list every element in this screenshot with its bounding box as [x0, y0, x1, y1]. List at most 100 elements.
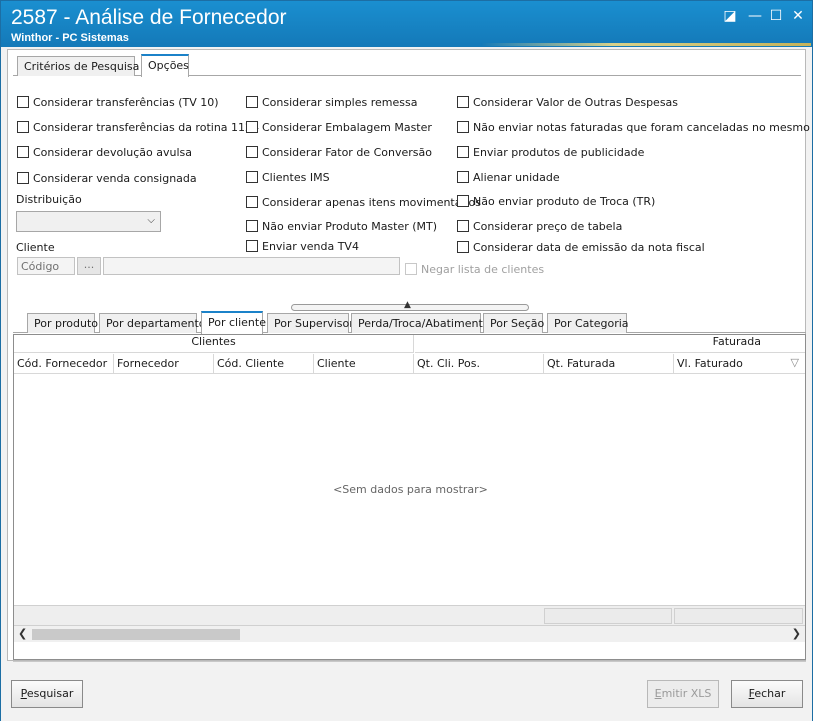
fechar-button[interactable]: Fechar: [731, 680, 803, 708]
column-cod-fornecedor[interactable]: Cód. Fornecedor: [14, 354, 114, 374]
checkbox-box[interactable]: [246, 196, 258, 208]
checkbox-label: Considerar Embalagem Master: [262, 120, 432, 134]
empty-grid-message: <Sem dados para mostrar>: [333, 483, 488, 496]
emitir-xls-button[interactable]: Emitir XLS: [647, 680, 719, 708]
checkbox-simples-remessa[interactable]: Considerar simples remessa: [246, 94, 417, 110]
checkbox-box[interactable]: [17, 121, 29, 133]
column-cod-cliente[interactable]: Cód. Cliente: [214, 354, 314, 374]
restore-icon[interactable]: ◪: [721, 7, 739, 25]
minimize-button[interactable]: —: [746, 7, 764, 25]
checkbox-box[interactable]: [246, 96, 258, 108]
checkbox-preco-tabela[interactable]: Considerar preço de tabela: [457, 218, 622, 234]
column-vl-faturado[interactable]: Vl. Faturado ▽: [674, 354, 805, 374]
checkbox-transferencias-tv10[interactable]: Considerar transferências (TV 10): [17, 94, 219, 110]
checkbox-data-emissao[interactable]: Considerar data de emissão da nota fisca…: [457, 239, 705, 255]
checkbox-label: Enviar venda TV4: [262, 239, 359, 253]
checkbox-fator-conversao[interactable]: Considerar Fator de Conversão: [246, 144, 432, 160]
checkbox-box[interactable]: [457, 96, 469, 108]
distribuicao-select[interactable]: ⌵: [16, 211, 161, 232]
checkbox-label: Considerar simples remessa: [262, 95, 418, 109]
checkbox-box[interactable]: [246, 220, 258, 232]
scrollbar-thumb[interactable]: [32, 629, 240, 640]
checkbox-label: Enviar produtos de publicidade: [473, 145, 645, 159]
grid-status-strip: [13, 661, 806, 662]
footer-summary-qt-faturada: [544, 608, 672, 624]
tab-por-categoria[interactable]: Por Categoria: [547, 313, 629, 333]
cliente-nome-input[interactable]: [103, 257, 400, 275]
checkbox-clientes-ims[interactable]: Clientes IMS: [246, 169, 330, 185]
tab-por-cliente[interactable]: Por cliente: [201, 311, 266, 334]
column-fornecedor[interactable]: Fornecedor: [114, 354, 214, 374]
checkbox-devolucao-avulsa[interactable]: Considerar devolução avulsa: [17, 144, 192, 160]
tab-por-secao[interactable]: Por Seção: [483, 313, 544, 333]
chevron-down-icon: ⌵: [147, 215, 155, 226]
checkbox-label: Não enviar notas faturadas que foram can…: [473, 120, 813, 134]
panel-splitter[interactable]: ▲: [291, 300, 529, 311]
tab-perda-troca-abatimento[interactable]: Perda/Troca/Abatimento: [351, 313, 490, 333]
scroll-right-icon[interactable]: ❯: [792, 627, 801, 640]
tab-criterios-de-pesquisa[interactable]: Critérios de Pesquisa: [17, 56, 139, 76]
checkbox-box[interactable]: [457, 195, 469, 207]
tab-por-produto[interactable]: Por produto: [27, 313, 98, 333]
checkbox-box[interactable]: [17, 96, 29, 108]
checkbox-box[interactable]: [457, 121, 469, 133]
checkbox-box[interactable]: [246, 171, 258, 183]
checkbox-label: Considerar preço de tabela: [473, 219, 623, 233]
window-title: 2587 - Análise de Fornecedor: [11, 6, 287, 29]
checkbox-alienar-unidade[interactable]: Alienar unidade: [457, 169, 560, 185]
pesquisar-button[interactable]: Pesquisar: [11, 680, 83, 708]
cliente-label: Cliente: [16, 241, 55, 254]
action-bar: Pesquisar Emitir XLS Fechar: [1, 663, 812, 721]
maximize-button[interactable]: ☐: [767, 7, 785, 25]
title-bar[interactable]: 2587 - Análise de Fornecedor Winthor - P…: [1, 1, 812, 47]
checkbox-venda-consignada[interactable]: Considerar venda consignada: [17, 170, 197, 186]
checkbox-outras-despesas[interactable]: Considerar Valor de Outras Despesas: [457, 94, 678, 110]
checkbox-embalagem-master[interactable]: Considerar Embalagem Master: [246, 119, 432, 135]
close-button[interactable]: ✕: [789, 7, 807, 25]
tab-por-departamento[interactable]: Por departamento: [99, 313, 206, 333]
checkbox-label: Considerar venda consignada: [33, 171, 197, 185]
data-grid: Clientes Faturada Cód. Fornecedor Fornec…: [13, 334, 806, 660]
checkbox-box[interactable]: [457, 146, 469, 158]
footer-summary-vl-faturado: [674, 608, 803, 624]
band-faturada: Faturada: [415, 335, 805, 353]
checkbox-nao-enviar-master[interactable]: Não enviar Produto Master (MT): [246, 218, 437, 234]
filter-icon[interactable]: ▽: [791, 356, 799, 369]
checkbox-label: Negar lista de clientes: [421, 262, 545, 276]
column-vl-faturado-label: Vl. Faturado: [677, 357, 743, 370]
checkbox-notas-canceladas[interactable]: Não enviar notas faturadas que foram can…: [457, 119, 813, 135]
checkbox-label: Considerar transferências (TV 10): [33, 95, 219, 109]
cliente-codigo-input[interactable]: Código: [17, 257, 75, 275]
column-cliente[interactable]: Cliente: [314, 354, 414, 374]
checkbox-box[interactable]: [17, 172, 29, 184]
horizontal-scrollbar[interactable]: ❮ ❯: [14, 625, 805, 642]
checkbox-transferencias-1124[interactable]: Considerar transferências da rotina 1124: [17, 119, 259, 135]
band-clientes: Clientes: [14, 335, 414, 353]
checkbox-box[interactable]: [246, 146, 258, 158]
checkbox-box[interactable]: [457, 171, 469, 183]
column-qt-faturada[interactable]: Qt. Faturada: [544, 354, 674, 374]
title-accent-strip: [481, 43, 811, 46]
column-qt-cli-pos[interactable]: Qt. Cli. Pos.: [414, 354, 544, 374]
checkbox-negar-lista-clientes[interactable]: Negar lista de clientes: [405, 261, 544, 277]
checkbox-label: Considerar data de emissão da nota fisca…: [473, 240, 705, 254]
checkbox-label: Considerar apenas itens movimentados: [262, 195, 481, 209]
checkbox-itens-movimentados[interactable]: Considerar apenas itens movimentados: [246, 194, 481, 210]
checkbox-box[interactable]: [246, 240, 258, 252]
checkbox-produto-troca[interactable]: Não enviar produto de Troca (TR): [457, 193, 655, 209]
checkbox-box[interactable]: [457, 220, 469, 232]
checkbox-box[interactable]: [246, 121, 258, 133]
bottom-tab-strip: Por produto Por departamento Por cliente…: [13, 311, 806, 334]
checkbox-box[interactable]: [457, 241, 469, 253]
grid-footer: [14, 605, 805, 625]
checkbox-box[interactable]: [17, 146, 29, 158]
cliente-lookup-button[interactable]: ...: [77, 257, 101, 275]
checkbox-produtos-publicidade[interactable]: Enviar produtos de publicidade: [457, 144, 644, 160]
checkbox-box[interactable]: [405, 263, 417, 275]
tab-por-supervisor[interactable]: Por Supervisor: [267, 313, 354, 333]
app-window: 2587 - Análise de Fornecedor Winthor - P…: [0, 0, 813, 721]
tab-opcoes[interactable]: Opções: [141, 54, 189, 77]
checkbox-label: Considerar Fator de Conversão: [262, 145, 432, 159]
checkbox-venda-tv4[interactable]: Enviar venda TV4: [246, 238, 359, 254]
scroll-left-icon[interactable]: ❮: [18, 627, 27, 640]
